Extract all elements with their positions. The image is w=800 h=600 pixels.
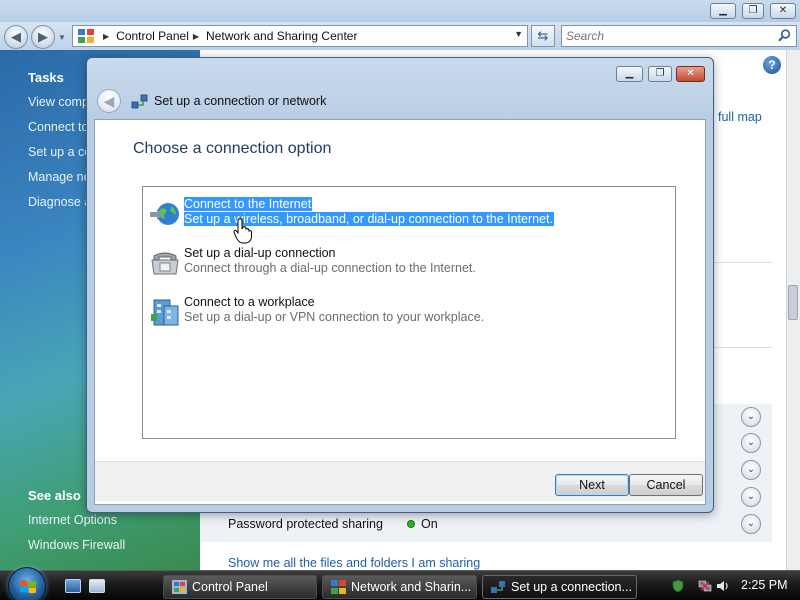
see-also-heading: See also — [28, 488, 81, 503]
sidebar-task-link[interactable]: Connect to — [28, 120, 88, 134]
network-center-icon — [331, 580, 346, 594]
windows-logo-icon — [20, 580, 36, 594]
taskbar: Control Panel Network and Sharin... Set … — [0, 567, 800, 600]
divider — [714, 347, 772, 348]
address-row: ◀ ▶ ▼ ▶ Control Panel ▶ Network and Shar… — [0, 22, 800, 50]
expand-chevron-icon[interactable]: ⌄ — [741, 487, 761, 507]
search-input[interactable] — [566, 28, 766, 44]
network-status-icon[interactable] — [698, 579, 712, 593]
security-shield-icon[interactable] — [671, 579, 685, 593]
password-sharing-status: On — [421, 517, 438, 531]
sidebar-task-link[interactable]: View comp — [28, 95, 89, 109]
next-button[interactable]: Next — [555, 474, 629, 496]
sidebar-task-link[interactable]: Manage ne — [28, 170, 91, 184]
refresh-button[interactable]: ⇆ — [531, 25, 555, 47]
dialog-back-button[interactable]: ◀ — [97, 89, 121, 113]
hand-cursor-icon — [233, 218, 252, 244]
search-icon[interactable] — [778, 29, 791, 42]
control-panel-icon — [78, 29, 94, 43]
expand-chevron-icon[interactable]: ⌄ — [741, 433, 761, 453]
windows-firewall-link[interactable]: Windows Firewall — [28, 538, 125, 552]
workplace-icon — [151, 299, 179, 326]
option-workplace[interactable]: Connect to a workplace Set up a dial-up … — [147, 293, 587, 333]
option-title: Connect to a workplace — [184, 295, 315, 309]
address-bar[interactable]: ▶ Control Panel ▶ Network and Sharing Ce… — [72, 25, 528, 47]
expand-chevron-icon[interactable]: ⌄ — [741, 407, 761, 427]
dialog-footer: Next Cancel — [95, 461, 705, 501]
option-title: Set up a dial-up connection — [184, 246, 336, 260]
option-connect-internet[interactable]: Connect to the Internet Set up a wireles… — [147, 195, 587, 235]
show-shared-files-link[interactable]: Show me all the files and folders I am s… — [228, 556, 480, 570]
recent-pages-dropdown[interactable]: ▼ — [58, 33, 68, 43]
back-button[interactable]: ◀ — [4, 25, 28, 49]
network-setup-icon — [491, 581, 505, 593]
password-sharing-label: Password protected sharing — [228, 517, 383, 531]
dialog-maximize-button[interactable]: ❐ — [648, 66, 672, 82]
show-desktop-icon[interactable] — [65, 579, 81, 593]
taskbar-button-network[interactable]: Network and Sharin... — [322, 575, 477, 599]
scrollbar-thumb[interactable] — [788, 285, 798, 320]
dialog-title: Set up a connection or network — [154, 94, 327, 108]
search-box[interactable] — [561, 25, 797, 47]
dialog-heading: Choose a connection option — [133, 140, 332, 157]
setup-connection-dialog: ▁ ❐ ✕ ◀ Set up a connection or network C… — [86, 57, 714, 513]
start-button[interactable] — [8, 567, 46, 600]
taskbar-button-label: Network and Sharin... — [351, 580, 472, 594]
expand-chevron-icon[interactable]: ⌄ — [741, 514, 761, 534]
status-on-icon — [407, 520, 415, 528]
network-setup-icon — [131, 94, 148, 109]
control-panel-icon — [172, 580, 187, 594]
dialog-close-button[interactable]: ✕ — [676, 66, 705, 82]
breadcrumb-item[interactable]: Network and Sharing Center — [206, 29, 357, 43]
chevron-right-icon: ▶ — [192, 31, 200, 41]
forward-button[interactable]: ▶ — [31, 25, 55, 49]
view-full-map-link[interactable]: full map — [718, 110, 762, 124]
title-bar: ▁ ❐ ✕ — [0, 0, 800, 22]
close-button[interactable]: ✕ — [770, 3, 796, 19]
help-icon[interactable]: ? — [763, 56, 781, 74]
internet-options-link[interactable]: Internet Options — [28, 513, 117, 527]
tasks-heading: Tasks — [28, 70, 64, 85]
dialog-body: Choose a connection option Connect to th… — [94, 119, 706, 505]
cancel-button[interactable]: Cancel — [629, 474, 703, 496]
option-description: Set up a dial-up or VPN connection to yo… — [184, 310, 485, 324]
volume-icon[interactable] — [716, 579, 730, 593]
expand-chevron-icon[interactable]: ⌄ — [741, 460, 761, 480]
maximize-button[interactable]: ❐ — [742, 3, 764, 19]
chevron-down-icon[interactable]: ▼ — [514, 29, 523, 39]
switch-windows-icon[interactable] — [89, 579, 105, 593]
taskbar-button-control-panel[interactable]: Control Panel — [163, 575, 317, 599]
sidebar-task-link[interactable]: Set up a co — [28, 145, 91, 159]
divider — [714, 262, 772, 263]
option-dial-up[interactable]: Set up a dial-up connection Connect thro… — [147, 244, 587, 284]
taskbar-button-setup-connection[interactable]: Set up a connection... — [482, 575, 637, 599]
dialog-minimize-button[interactable]: ▁ — [616, 66, 643, 82]
clock[interactable]: 2:25 PM — [741, 578, 788, 592]
sidebar-task-link[interactable]: Diagnose a — [28, 195, 91, 209]
minimize-button[interactable]: ▁ — [710, 3, 736, 19]
chevron-right-icon: ▶ — [103, 31, 110, 41]
taskbar-button-label: Set up a connection... — [511, 580, 632, 594]
option-title: Connect to the Internet — [184, 197, 313, 211]
breadcrumb-item[interactable]: Control Panel — [116, 29, 189, 43]
taskbar-button-label: Control Panel — [192, 580, 268, 594]
globe-icon — [150, 203, 179, 225]
option-description: Connect through a dial-up connection to … — [184, 261, 476, 275]
connection-options-list: Connect to the Internet Set up a wireles… — [142, 186, 676, 439]
phone-icon — [151, 252, 179, 275]
